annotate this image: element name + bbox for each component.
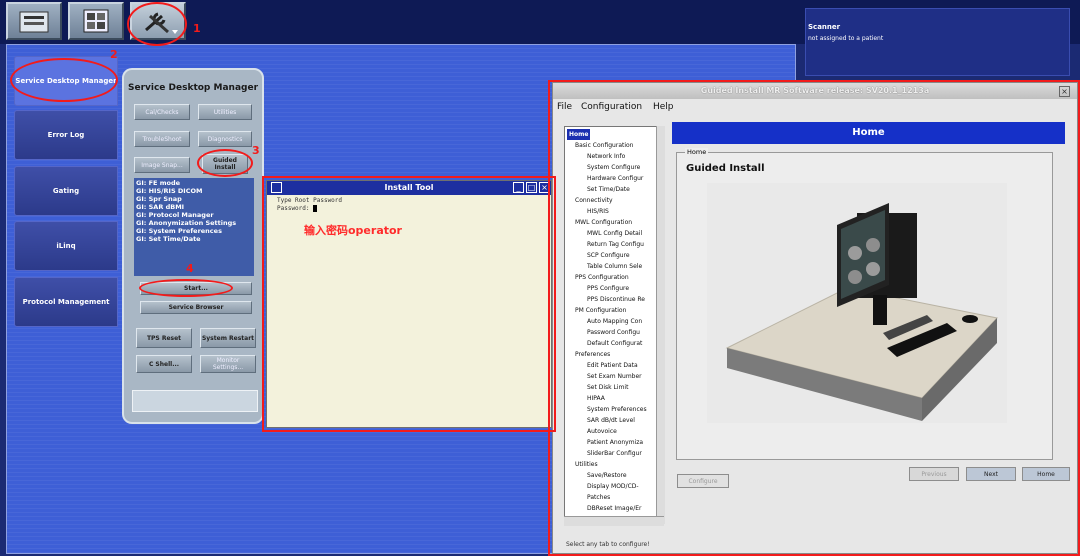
list-item[interactable]: GI: FE mode (136, 179, 252, 187)
tab-gating[interactable]: Gating (14, 166, 118, 216)
tab-error-log[interactable]: Error Log (14, 110, 118, 160)
system-restart-button[interactable]: System Restart (200, 328, 256, 348)
sdm-title: Service Desktop Manager (127, 83, 259, 93)
tab-label: iLinq (56, 242, 76, 250)
calchecks-button[interactable]: Cal/Checks (134, 104, 190, 120)
sdm-message-field (132, 390, 258, 412)
annotation-number-4: 4 (186, 262, 194, 275)
annotation-oval-4 (139, 279, 233, 297)
diagnostics-button[interactable]: Diagnostics (198, 131, 252, 147)
tab-label: Error Log (47, 131, 85, 139)
tab-protocol-management[interactable]: Protocol Management (14, 277, 118, 327)
patient-list-icon (19, 11, 49, 33)
annotation-oval-3 (197, 149, 253, 177)
annotation-number-3: 3 (252, 144, 260, 157)
troubleshoot-button[interactable]: TroubleShoot (134, 131, 190, 147)
annotation-oval-1 (127, 2, 187, 46)
list-item[interactable]: GI: HIS/RIS DICOM (136, 187, 252, 195)
tab-label: Protocol Management (22, 298, 110, 306)
image-snap-button[interactable]: Image Snap... (134, 157, 190, 173)
gi-task-list[interactable]: GI: FE mode GI: HIS/RIS DICOM GI: Spr Sn… (134, 178, 254, 276)
annotation-oval-2 (10, 58, 118, 102)
annotation-number-1: 1 (193, 22, 201, 35)
list-item[interactable]: GI: System Preferences (136, 227, 252, 235)
image-viewer-button[interactable] (68, 2, 124, 40)
monitor-settings-button[interactable]: Monitor Settings... (200, 355, 256, 373)
tab-ilinq[interactable]: iLinq (14, 221, 118, 271)
list-item[interactable]: GI: SAR dBMI (136, 203, 252, 211)
scanner-title: Scanner (808, 23, 841, 31)
c-shell-button[interactable]: C Shell... (136, 355, 192, 373)
patient-list-button[interactable] (6, 2, 62, 40)
list-item[interactable]: GI: Spr Snap (136, 195, 252, 203)
tps-reset-button[interactable]: TPS Reset (136, 328, 192, 348)
list-item[interactable]: GI: Protocol Manager (136, 211, 252, 219)
list-item[interactable]: GI: Set Time/Date (136, 235, 252, 243)
service-browser-button[interactable]: Service Browser (140, 301, 252, 314)
utilities-button[interactable]: Utilities (198, 104, 252, 120)
image-viewer-icon (83, 9, 109, 33)
scanner-status-panel: Scanner not assigned to a patient (805, 8, 1070, 76)
annotation-number-2: 2 (110, 48, 118, 61)
tab-label: Gating (52, 187, 80, 195)
install-tool-highlight (262, 176, 556, 432)
list-item[interactable]: GI: Anonymization Settings (136, 219, 252, 227)
guided-install-highlight (548, 80, 1080, 556)
scanner-status: not assigned to a patient (808, 35, 884, 42)
